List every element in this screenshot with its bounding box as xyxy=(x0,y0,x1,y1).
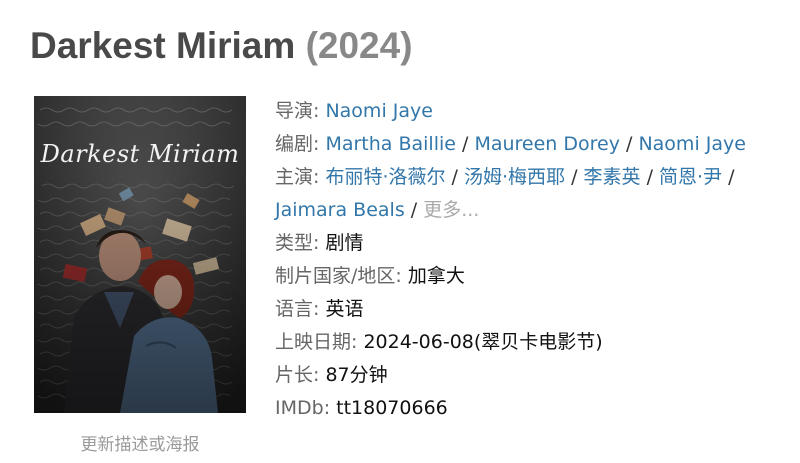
runtime-value: 87分钟 xyxy=(325,364,388,386)
cast-link[interactable]: 简恩·尹 xyxy=(659,166,722,188)
update-description-link[interactable]: 更新描述或海报 xyxy=(34,430,246,455)
imdb-row: IMDb: tt18070666 xyxy=(275,392,785,425)
country-row: 制片国家/地区: 加拿大 xyxy=(275,260,785,293)
imdb-label: IMDb: xyxy=(275,397,337,419)
director-row: 导演: Naomi Jaye xyxy=(275,95,785,128)
movie-name: Darkest Miriam xyxy=(30,25,296,66)
imdb-value: tt18070666 xyxy=(336,397,448,419)
language-label: 语言: xyxy=(275,298,326,320)
page-title: Darkest Miriam (2024) xyxy=(30,22,413,70)
writer-link[interactable]: Naomi Jaye xyxy=(638,133,746,155)
cast-link[interactable]: 布丽特·洛薇尔 xyxy=(325,166,445,188)
writer-row: 编剧: Martha Baillie / Maureen Dorey / Nao… xyxy=(275,128,785,161)
separator: / xyxy=(640,166,660,188)
cast-link[interactable]: 李素英 xyxy=(584,166,641,188)
separator: / xyxy=(722,166,735,188)
cast-row: 主演: 布丽特·洛薇尔 / 汤姆·梅西耶 / 李素英 / 简恩·尹 / xyxy=(275,161,785,194)
language-value: 英语 xyxy=(325,298,364,320)
director-link[interactable]: Naomi Jaye xyxy=(325,100,433,122)
more-cast-link[interactable]: 更多... xyxy=(423,199,479,221)
separator: / xyxy=(619,133,639,155)
cast-link[interactable]: 汤姆·梅西耶 xyxy=(464,166,565,188)
movie-year: (2024) xyxy=(305,25,413,66)
country-value: 加拿大 xyxy=(407,265,465,287)
separator: / xyxy=(445,166,464,188)
movie-poster[interactable]: Darkest Miriam xyxy=(34,96,246,413)
director-label: 导演: xyxy=(275,100,326,122)
genre-row: 类型: 剧情 xyxy=(275,227,785,260)
writer-link[interactable]: Martha Baillie xyxy=(325,133,456,155)
cast-row-continued: Jaimara Beals / 更多... xyxy=(275,194,785,227)
poster-title-text: Darkest Miriam xyxy=(40,140,240,168)
cast-label: 主演: xyxy=(275,166,326,188)
language-row: 语言: 英语 xyxy=(275,293,785,326)
cast-link[interactable]: Jaimara Beals xyxy=(275,199,405,221)
genre-label: 类型: xyxy=(275,232,326,254)
runtime-label: 片长: xyxy=(275,364,326,386)
separator: / xyxy=(565,166,584,188)
movie-info: 导演: Naomi Jaye 编剧: Martha Baillie / Maur… xyxy=(275,95,785,425)
separator: / xyxy=(404,199,424,221)
release-row: 上映日期: 2024-06-08(翠贝卡电影节) xyxy=(275,326,785,359)
release-value: 2024-06-08(翠贝卡电影节) xyxy=(363,331,603,353)
writer-link[interactable]: Maureen Dorey xyxy=(474,133,620,155)
writer-label: 编剧: xyxy=(275,133,326,155)
country-label: 制片国家/地区: xyxy=(275,265,408,287)
separator: / xyxy=(455,133,475,155)
runtime-row: 片长: 87分钟 xyxy=(275,359,785,392)
release-label: 上映日期: xyxy=(275,331,364,353)
genre-value: 剧情 xyxy=(325,232,364,254)
